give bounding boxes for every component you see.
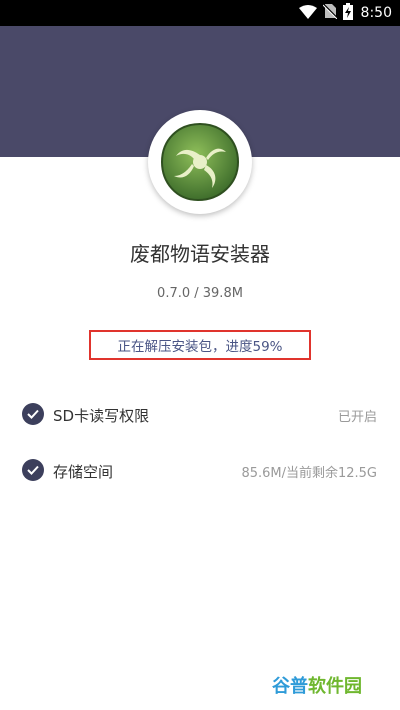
- check-circle-icon: [22, 459, 44, 481]
- no-sim-icon: [321, 3, 338, 23]
- progress-text: 正在解压安装包，进度59%: [117, 339, 283, 355]
- watermark-part2: 软件园: [308, 676, 362, 697]
- status-bar: 8:50: [0, 0, 400, 26]
- status-time: 8:50: [360, 5, 392, 21]
- wifi-icon: [298, 4, 317, 23]
- permission-label: 存储空间: [53, 463, 114, 481]
- permission-label: SD卡读写权限: [53, 407, 150, 425]
- app-logo-icon: [148, 110, 252, 214]
- status-icons: 8:50: [298, 2, 392, 24]
- permission-row-sd: SD卡读写权限 已开启: [0, 399, 400, 429]
- app-title: 废都物语安装器: [130, 242, 270, 266]
- watermark-logo: 谷普 软件园: [272, 672, 362, 698]
- permission-row-storage: 存储空间 85.6M/当前剩余12.5G: [0, 455, 400, 485]
- permission-value: 已开启: [337, 410, 377, 425]
- install-progress-status: 正在解压安装包，进度59%: [89, 330, 311, 360]
- battery-charging-icon: [342, 2, 353, 24]
- permission-value: 85.6M/当前剩余12.5G: [241, 466, 377, 481]
- watermark-part1: 谷普: [272, 676, 308, 697]
- check-circle-icon: [22, 403, 44, 425]
- version-size: 0.7.0 / 39.8M: [157, 286, 243, 301]
